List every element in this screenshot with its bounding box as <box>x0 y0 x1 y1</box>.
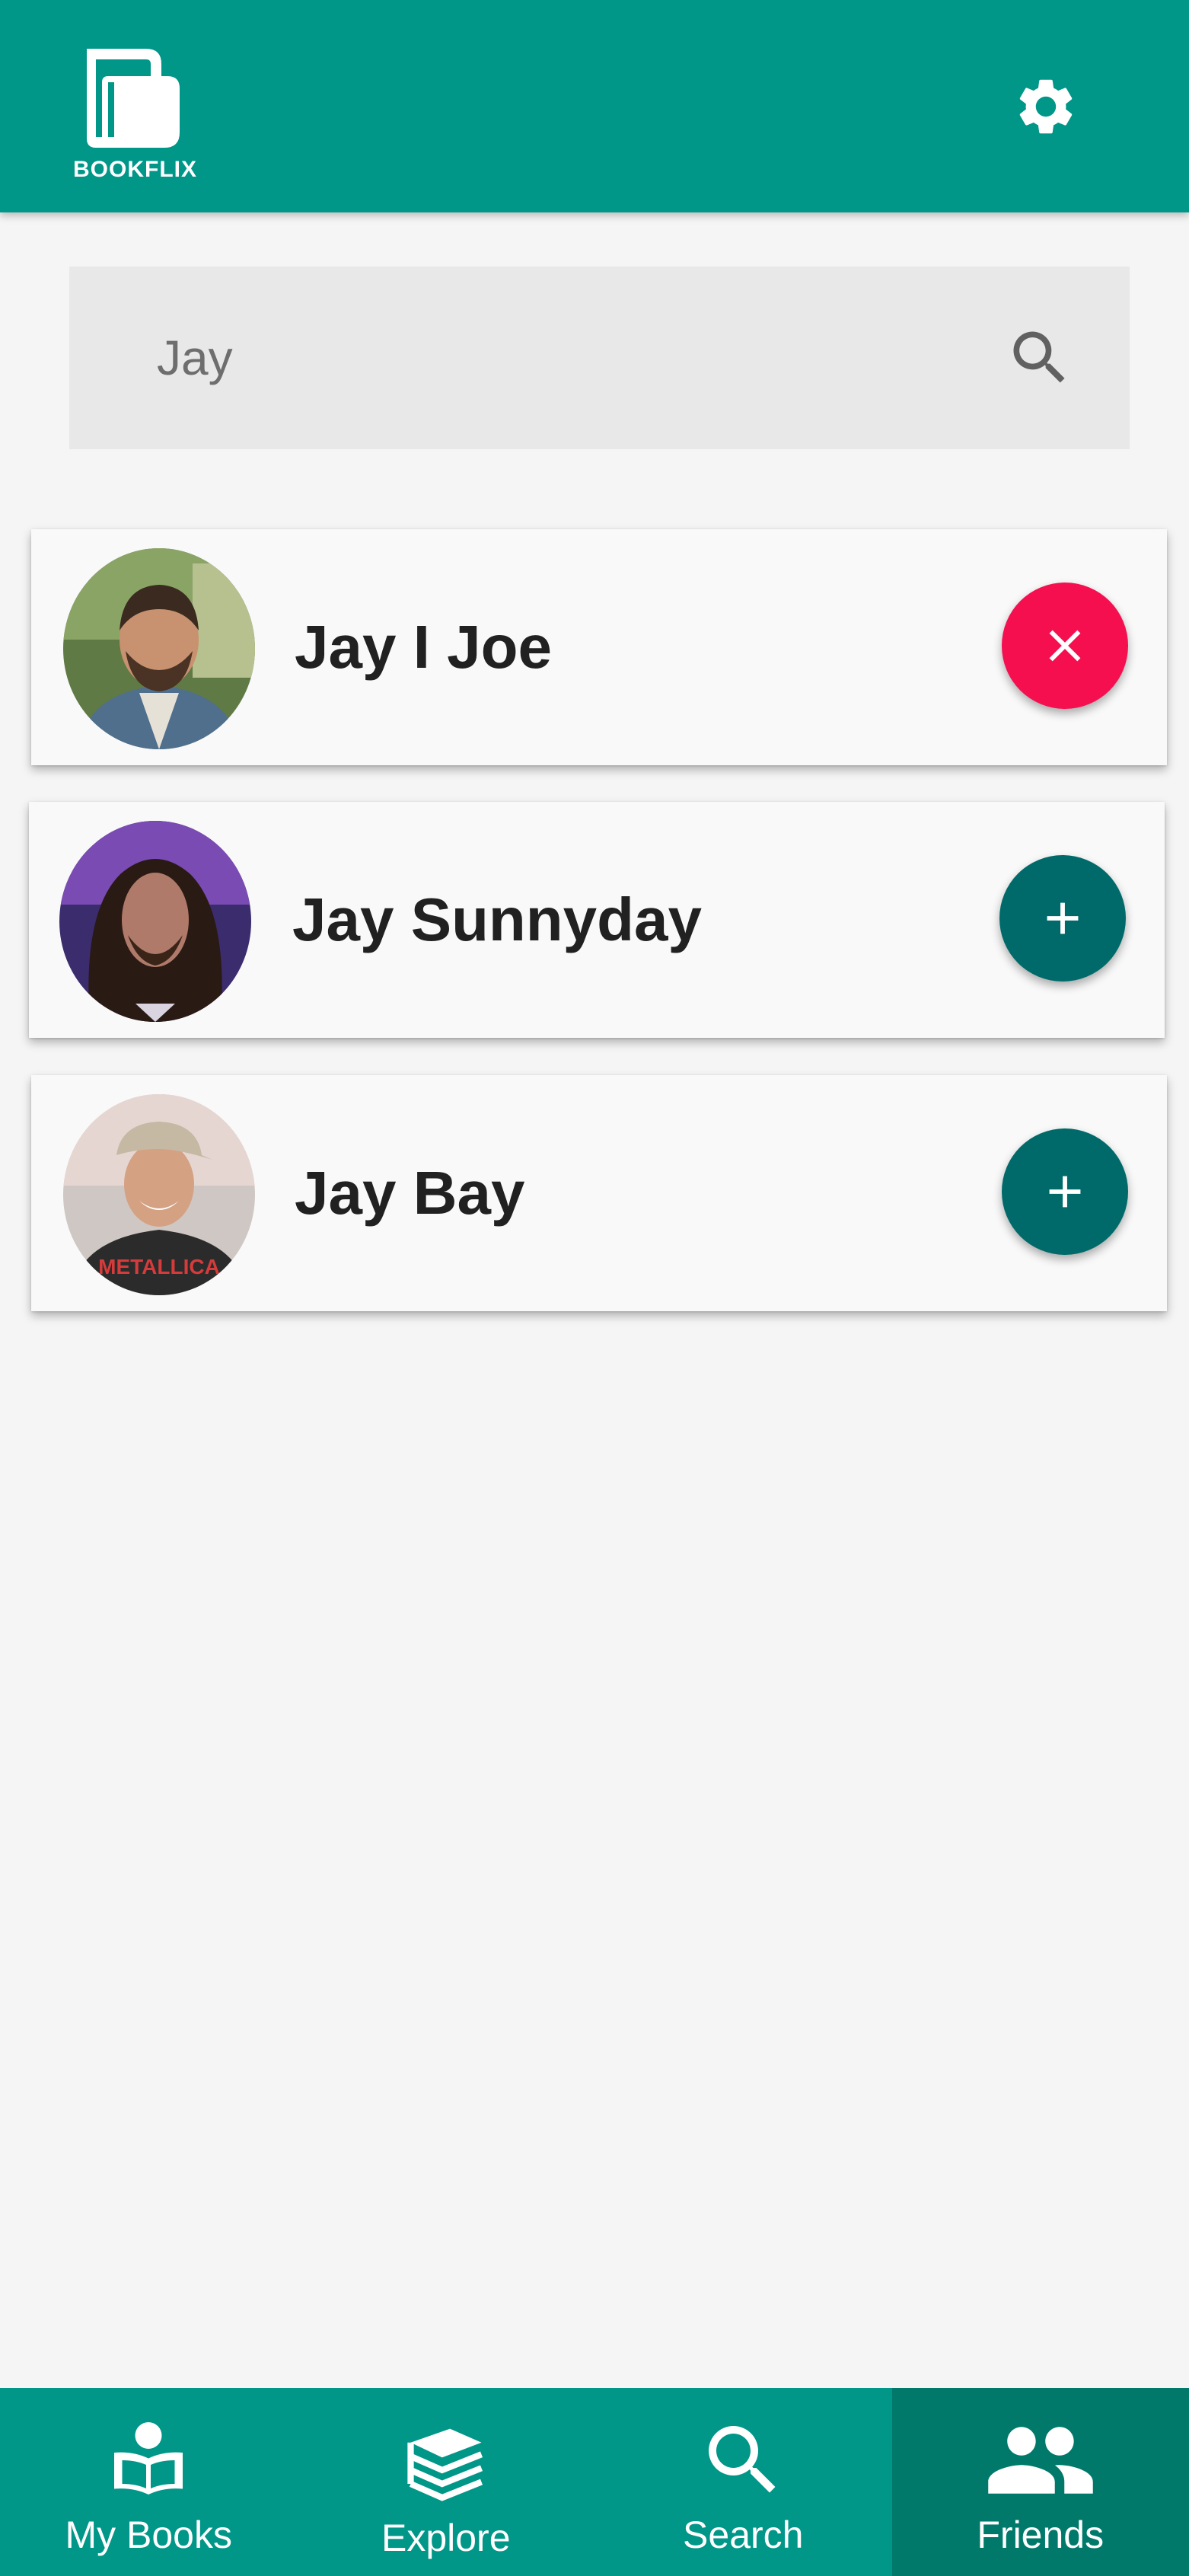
nav-item-explore[interactable]: Explore <box>298 2388 595 2576</box>
avatar <box>59 821 251 1022</box>
bookflix-logo: BOOKFLIX <box>73 44 197 182</box>
search-button[interactable] <box>998 316 1082 400</box>
logo-text: BOOKFLIX <box>73 157 197 182</box>
people-icon <box>988 2427 1093 2494</box>
friend-name: Jay Bay <box>295 1159 525 1227</box>
gear-icon <box>1019 79 1073 134</box>
nav-label: Friends <box>977 2514 1105 2556</box>
reader-icon <box>114 2422 183 2495</box>
svg-text:METALLICA: METALLICA <box>98 1255 220 1278</box>
friend-name: Jay Sunnyday <box>292 886 703 953</box>
close-icon <box>1049 630 1081 662</box>
search-icon <box>709 2426 776 2493</box>
plus-icon <box>1047 902 1079 934</box>
friend-card: METALLICA Jay Bay <box>31 1075 1167 1311</box>
add-friend-button[interactable] <box>1002 1128 1128 1255</box>
friend-name: Jay I Joe <box>295 613 553 681</box>
app-bar: BOOKFLIX <box>0 0 1189 212</box>
nav-item-friends[interactable]: Friends <box>891 2388 1189 2576</box>
nav-item-my-books[interactable]: My Books <box>0 2388 298 2576</box>
avatar: METALLICA <box>63 1094 255 1295</box>
search-icon <box>1013 331 1065 383</box>
friend-card: Jay I Joe <box>31 529 1167 765</box>
remove-friend-button[interactable] <box>1002 583 1128 709</box>
friend-card: Jay Sunnyday <box>29 802 1165 1038</box>
plus-icon <box>1049 1176 1081 1208</box>
avatar <box>63 548 255 749</box>
nav-label: Explore <box>381 2517 511 2559</box>
nav-item-search[interactable]: Search <box>594 2388 892 2576</box>
search-input[interactable] <box>157 267 994 449</box>
nav-label: My Books <box>65 2514 232 2556</box>
books-stack-icon <box>407 2428 483 2501</box>
bottom-navigation: My Books Explore Search Friends <box>0 2388 1189 2576</box>
book-logo-icon <box>87 49 180 148</box>
search-field <box>69 267 1130 449</box>
settings-button[interactable] <box>1009 70 1082 143</box>
add-friend-button[interactable] <box>999 855 1126 982</box>
nav-label: Search <box>683 2514 804 2556</box>
